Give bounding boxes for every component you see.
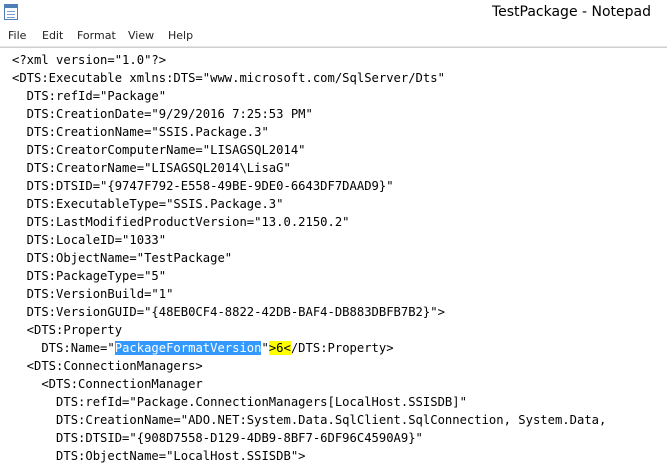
editor-line: DTS:refId="Package": [12, 89, 167, 103]
editor-line: DTS:refId="Package.ConnectionManagers[Lo…: [12, 395, 467, 409]
editor-line: <DTS:ConnectionManagers>: [12, 359, 203, 373]
text-editor[interactable]: <?xml version="1.0"?> <DTS:Executable xm…: [0, 47, 667, 470]
editor-line: DTS:LocaleID="1033": [12, 233, 167, 247]
menu-format[interactable]: Format: [77, 29, 116, 42]
editor-line: DTS:DTSID="{9747F792-E558-49BE-9DE0-6643…: [12, 179, 394, 193]
editor-line: DTS:VersionBuild="1": [12, 287, 174, 301]
editor-line-selected: DTS:Name="PackageFormatVersion">6</DTS:P…: [12, 339, 394, 357]
editor-line: DTS:VersionGUID="{48EB0CF4-8822-42DB-BAF…: [12, 305, 445, 319]
editor-line: DTS:ObjectName="TestPackage": [12, 251, 233, 265]
editor-line: DTS:CreationDate="9/29/2016 7:25:53 PM": [12, 107, 313, 121]
editor-line: DTS:CreatorComputerName="LISAGSQL2014": [12, 143, 306, 157]
line-prefix: DTS:Name=": [12, 341, 115, 355]
editor-line: <DTS:Executable xmlns:DTS="www.microsoft…: [12, 71, 445, 85]
editor-line: DTS:ExecutableType="SSIS.Package.3": [12, 197, 284, 211]
menu-help[interactable]: Help: [168, 29, 193, 42]
editor-line: DTS:PackageType="5": [12, 269, 167, 283]
editor-line: <?xml version="1.0"?>: [12, 53, 167, 67]
selected-text: PackageFormatVersion: [114, 341, 262, 355]
menu-file[interactable]: File: [8, 29, 26, 42]
editor-line: DTS:DTSID="{908D7558-D129-4DB9-8BF7-6DF9…: [12, 431, 423, 445]
editor-line: DTS:ObjectName="LocalHost.SSISDB">: [12, 449, 306, 463]
editor-line: DTS:LastModifiedProductVersion="13.0.215…: [12, 215, 350, 229]
editor-line: DTS:CreationName="ADO.NET:System.Data.Sq…: [12, 413, 607, 427]
highlighted-text: >6<: [268, 341, 291, 355]
menu-edit[interactable]: Edit: [42, 29, 63, 42]
editor-line: <DTS:ConnectionManager: [12, 377, 203, 391]
menu-view[interactable]: View: [128, 29, 154, 42]
menu-bar: File Edit Format View Help: [0, 26, 667, 47]
line-suffix: /DTS:Property>: [290, 341, 394, 355]
editor-line: DTS:CreationName="SSIS.Package.3": [12, 125, 269, 139]
window-title: TestPackage - Notepad: [491, 4, 651, 20]
notepad-icon[interactable]: [4, 4, 18, 20]
line-mid: ": [261, 341, 269, 355]
editor-line: <DTS:Property: [12, 323, 123, 337]
editor-line: DTS:CreatorName="LISAGSQL2014\LisaG": [12, 161, 291, 175]
title-bar[interactable]: TestPackage - Notepad: [0, 0, 667, 26]
